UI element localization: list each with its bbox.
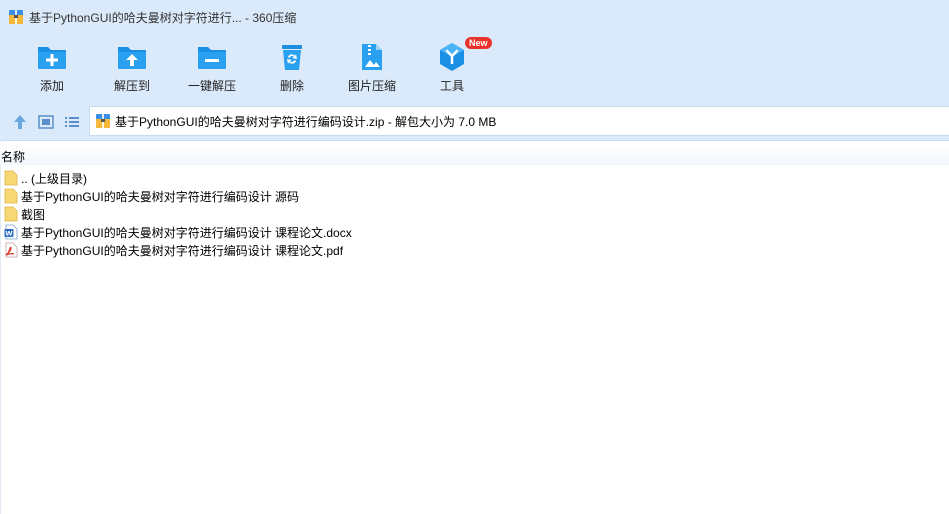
svg-text:W: W bbox=[5, 230, 12, 238]
list-item-name: 基于PythonGUI的哈夫曼树对字符进行编码设计 课程论文.docx bbox=[21, 225, 352, 240]
path-text: 基于PythonGUI的哈夫曼树对字符进行编码设计.zip - 解包大小为 7.… bbox=[115, 114, 497, 129]
delete-label: 删除 bbox=[279, 79, 304, 93]
tools-icon bbox=[440, 43, 464, 71]
folder-extract-icon bbox=[118, 47, 146, 69]
list-item-screenshot-folder[interactable]: 截图 bbox=[0, 205, 949, 223]
folder-icon bbox=[4, 188, 18, 204]
word-doc-icon: W bbox=[4, 224, 18, 240]
list-item-name: 截图 bbox=[21, 207, 46, 222]
one-click-extract-button[interactable]: 一键解压 bbox=[182, 39, 242, 99]
add-label: 添加 bbox=[39, 79, 64, 93]
new-badge: New bbox=[465, 37, 492, 49]
image-compress-label: 图片压缩 bbox=[347, 79, 396, 93]
list-item-name: 基于PythonGUI的哈夫曼树对字符进行编码设计 源码 bbox=[21, 189, 300, 204]
list-item-pdf[interactable]: 基于PythonGUI的哈夫曼树对字符进行编码设计 课程论文.pdf bbox=[0, 241, 949, 259]
tools-label: 工具 bbox=[439, 79, 464, 93]
recycle-bin-icon bbox=[282, 45, 302, 70]
folder-oneclick-icon bbox=[198, 47, 226, 69]
app-window: 基于PythonGUI的哈夫曼树对字符进行... - 360压缩 添加 解压到 bbox=[0, 0, 949, 514]
image-compress-icon bbox=[362, 44, 382, 70]
list-item-parent-dir[interactable]: .. (上级目录) bbox=[0, 169, 949, 187]
address-bar: 基于PythonGUI的哈夫曼树对字符进行编码设计.zip - 解包大小为 7.… bbox=[0, 104, 949, 141]
pdf-icon bbox=[5, 242, 18, 258]
list-item-source-folder[interactable]: 基于PythonGUI的哈夫曼树对字符进行编码设计 源码 bbox=[0, 187, 949, 205]
delete-button[interactable]: 删除 bbox=[262, 39, 322, 99]
column-header-name[interactable]: 名称 bbox=[1, 148, 25, 165]
add-button[interactable]: 添加 bbox=[22, 39, 82, 99]
view-list-icon[interactable] bbox=[62, 112, 82, 132]
archive-icon bbox=[96, 114, 110, 128]
list-item-name: 基于PythonGUI的哈夫曼树对字符进行编码设计 课程论文.pdf bbox=[21, 243, 344, 258]
view-thumb-icon[interactable] bbox=[36, 112, 56, 132]
extract-to-label: 解压到 bbox=[113, 79, 150, 93]
list-item-name: .. (上级目录) bbox=[21, 171, 87, 186]
list-header: 名称 bbox=[0, 143, 949, 165]
path-field[interactable]: 基于PythonGUI的哈夫曼树对字符进行编码设计.zip - 解包大小为 7.… bbox=[89, 106, 949, 136]
extract-to-button[interactable]: 解压到 bbox=[102, 39, 162, 99]
window-title: 基于PythonGUI的哈夫曼树对字符进行... - 360压缩 bbox=[29, 10, 297, 25]
one-click-extract-label: 一键解压 bbox=[187, 79, 236, 93]
folder-add-icon bbox=[38, 47, 66, 69]
archive-icon bbox=[9, 10, 23, 24]
folder-icon bbox=[4, 206, 18, 222]
main-toolbar: 添加 解压到 一键解压 删除 图片压缩 New 工具 bbox=[0, 34, 949, 104]
tools-button[interactable]: New 工具 bbox=[422, 37, 492, 99]
up-arrow-icon[interactable] bbox=[10, 112, 30, 132]
title-bar[interactable]: 基于PythonGUI的哈夫曼树对字符进行... - 360压缩 bbox=[0, 0, 949, 34]
folder-icon bbox=[4, 170, 18, 186]
file-list: .. (上级目录) 基于PythonGUI的哈夫曼树对字符进行编码设计 源码 截… bbox=[0, 169, 949, 259]
list-item-docx[interactable]: W 基于PythonGUI的哈夫曼树对字符进行编码设计 课程论文.docx bbox=[0, 223, 949, 241]
image-compress-button[interactable]: 图片压缩 bbox=[342, 39, 402, 99]
